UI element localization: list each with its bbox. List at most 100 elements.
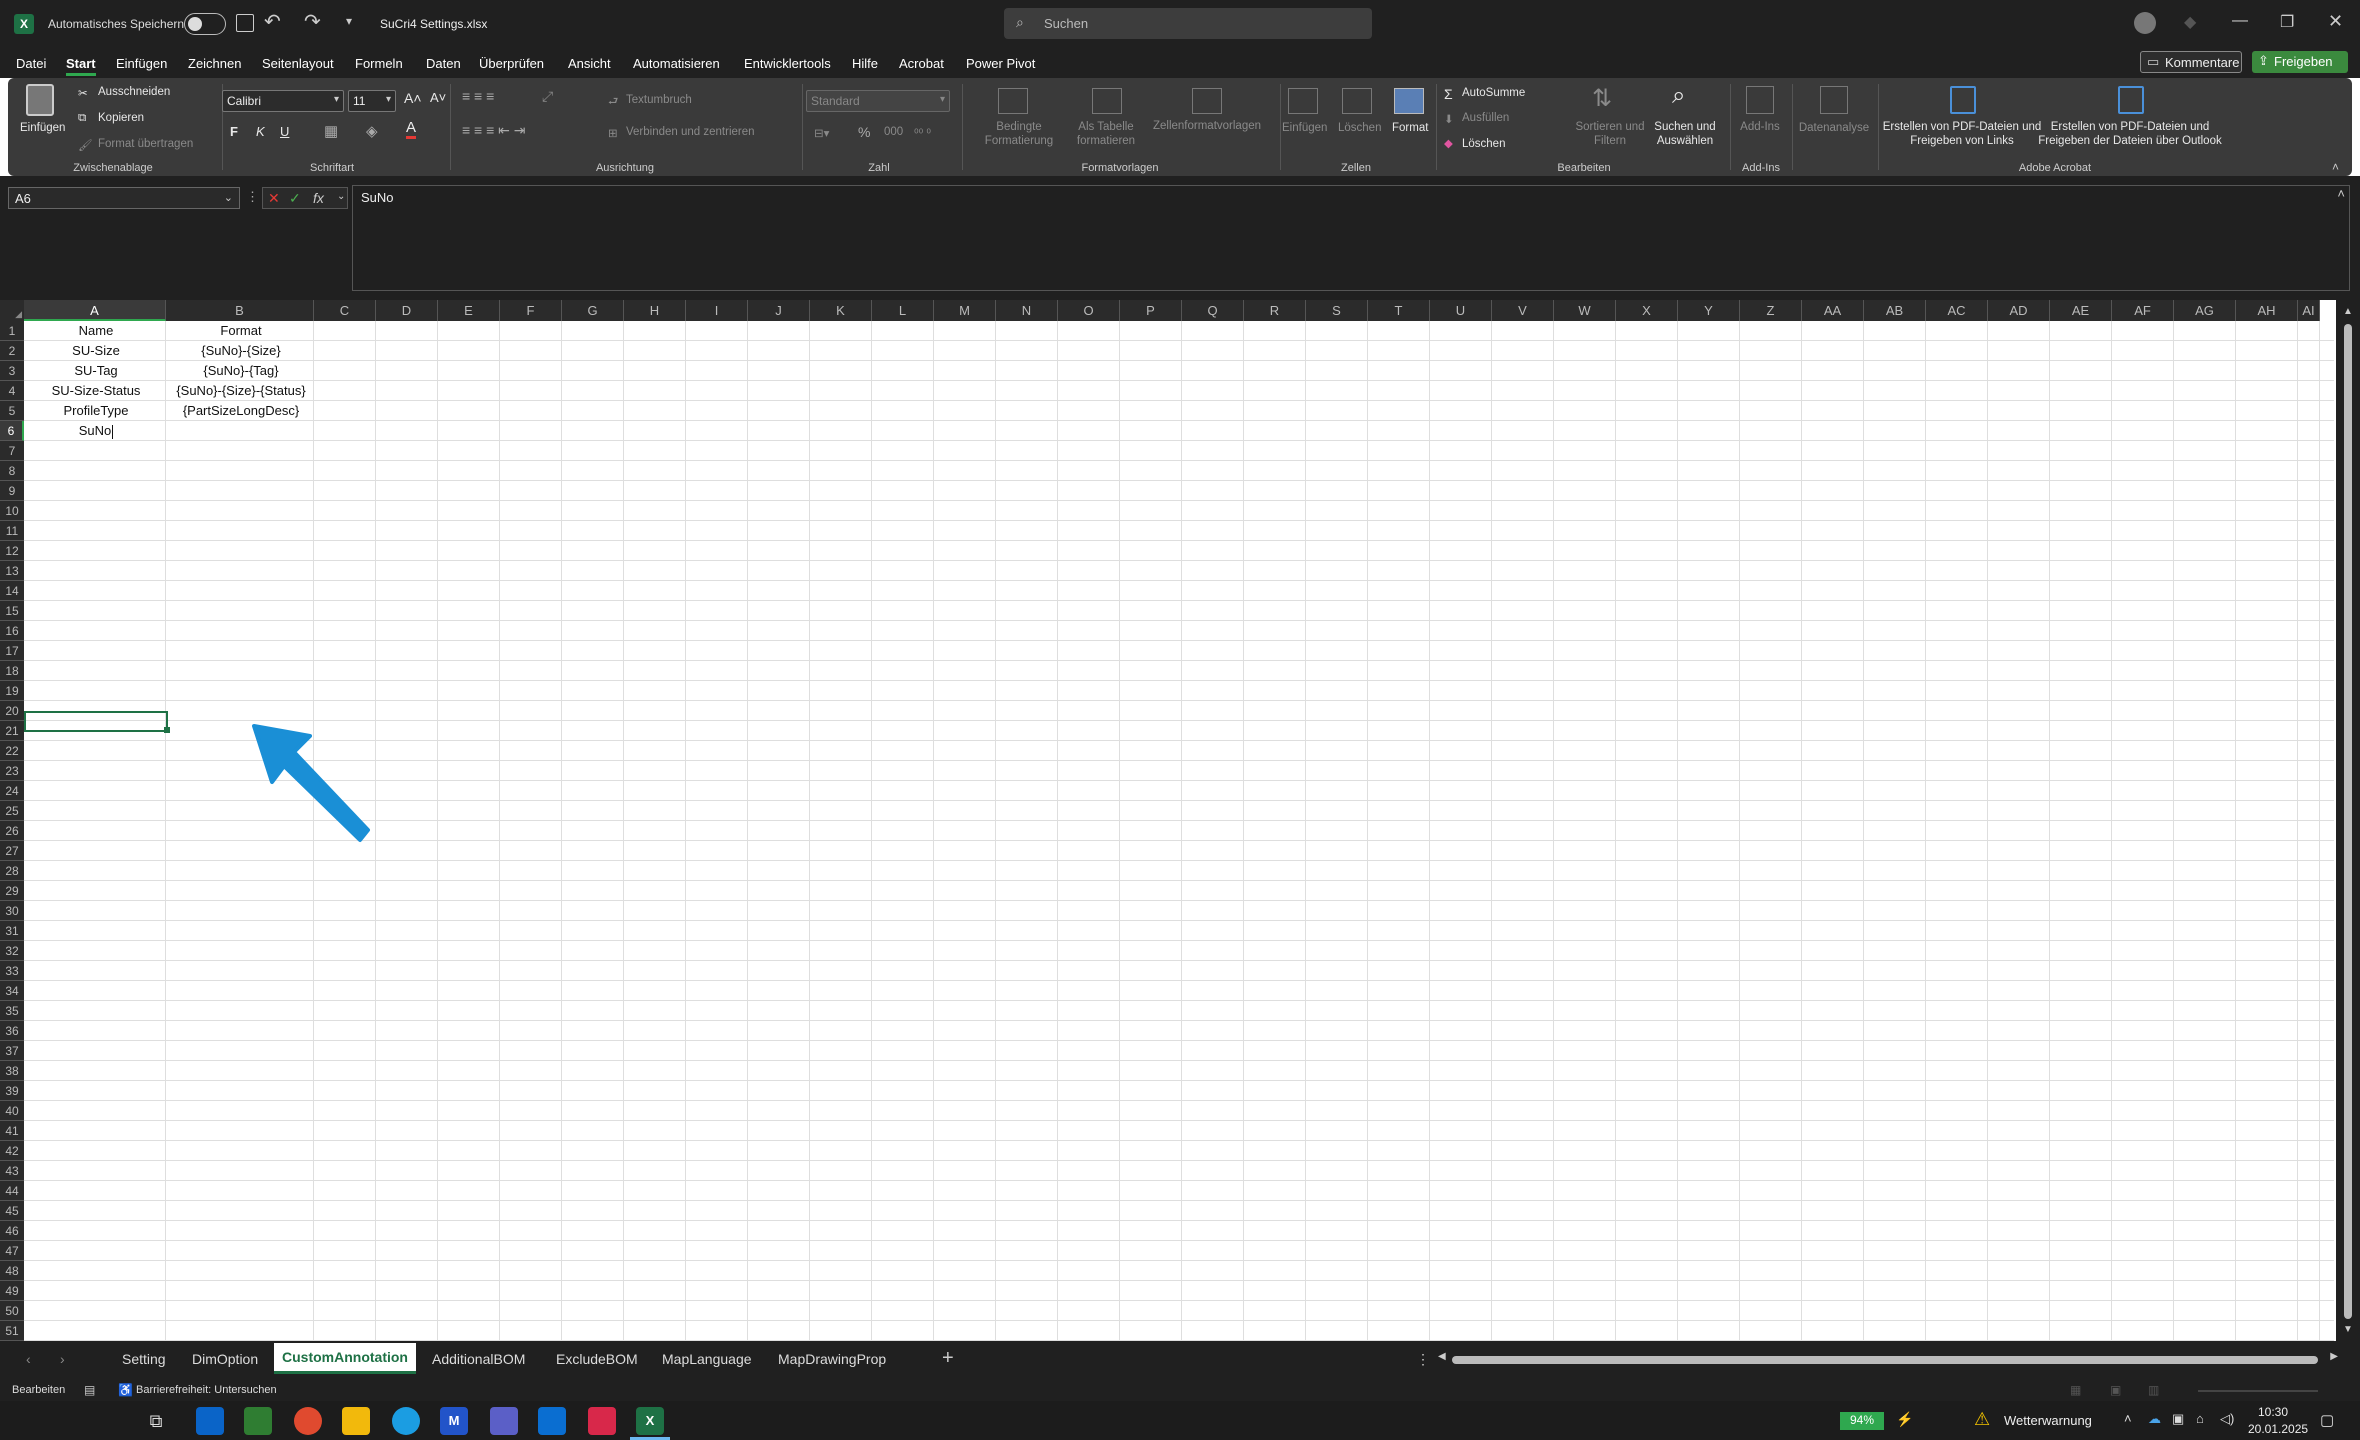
- row-header-19[interactable]: 19: [0, 681, 24, 701]
- column-header-D[interactable]: D: [376, 300, 438, 321]
- row-header-46[interactable]: 46: [0, 1221, 24, 1241]
- column-header-AI[interactable]: AI: [2298, 300, 2320, 321]
- sheet-tab-setting[interactable]: Setting: [122, 1351, 166, 1367]
- restore-icon[interactable]: ❐: [2280, 12, 2294, 32]
- accessibility-status[interactable]: Barrierefreiheit: Untersuchen: [136, 1384, 277, 1396]
- cell-B1[interactable]: Format: [168, 321, 314, 341]
- menu-item-start[interactable]: Start: [66, 56, 96, 76]
- scroll-down-icon[interactable]: ▼: [2343, 1324, 2353, 1335]
- menu-item-datei[interactable]: Datei: [16, 56, 46, 71]
- align-top-icon[interactable]: ≡ ≡ ≡: [462, 88, 494, 104]
- row-header-51[interactable]: 51: [0, 1321, 24, 1341]
- row-header-33[interactable]: 33: [0, 961, 24, 981]
- column-header-G[interactable]: G: [562, 300, 624, 321]
- horizontal-scrollbar[interactable]: ◀ ▶: [1436, 1351, 2340, 1367]
- row-header-14[interactable]: 14: [0, 581, 24, 601]
- row-header-38[interactable]: 38: [0, 1061, 24, 1081]
- clear-button[interactable]: Löschen: [1462, 138, 1505, 150]
- row-header-15[interactable]: 15: [0, 601, 24, 621]
- weather-label[interactable]: Wetterwarnung: [2004, 1413, 2092, 1428]
- display-icon[interactable]: ▣: [2172, 1411, 2184, 1427]
- battery-indicator[interactable]: 94%: [1840, 1412, 1884, 1430]
- cell-B5[interactable]: {PartSizeLongDesc}: [168, 401, 314, 421]
- column-header-P[interactable]: P: [1120, 300, 1182, 321]
- row-header-28[interactable]: 28: [0, 861, 24, 881]
- pdf-outlook-button[interactable]: Erstellen von PDF-Dateien und Freigeben …: [2038, 120, 2222, 148]
- grow-font-icon[interactable]: A˄: [404, 90, 422, 106]
- customize-quickaccess-icon[interactable]: ▾: [346, 14, 352, 28]
- column-header-T[interactable]: T: [1368, 300, 1430, 321]
- column-header-L[interactable]: L: [872, 300, 934, 321]
- autosum-button[interactable]: AutoSumme: [1462, 87, 1525, 99]
- collapse-ribbon-icon[interactable]: ˄: [2332, 160, 2339, 174]
- column-header-V[interactable]: V: [1492, 300, 1554, 321]
- row-header-6[interactable]: 6: [0, 421, 24, 441]
- search-box[interactable]: ⌕ Suchen: [1004, 8, 1372, 39]
- merge-center-button[interactable]: Verbinden und zentrieren: [626, 126, 755, 138]
- format-cells-button[interactable]: Format: [1392, 122, 1428, 134]
- row-header-34[interactable]: 34: [0, 981, 24, 1001]
- network-icon[interactable]: ⌂: [2196, 1411, 2204, 1426]
- chrome-icon[interactable]: [294, 1407, 322, 1435]
- minimize-icon[interactable]: —: [2232, 12, 2248, 30]
- undo-icon[interactable]: ↶: [264, 9, 281, 34]
- paste-button[interactable]: Einfügen: [20, 122, 65, 134]
- row-header-12[interactable]: 12: [0, 541, 24, 561]
- row-header-32[interactable]: 32: [0, 941, 24, 961]
- column-header-U[interactable]: U: [1430, 300, 1492, 321]
- app-icon-2[interactable]: [244, 1407, 272, 1435]
- column-header-AC[interactable]: AC: [1926, 300, 1988, 321]
- column-header-W[interactable]: W: [1554, 300, 1616, 321]
- task-view-icon[interactable]: ⧉: [142, 1407, 170, 1435]
- sheet-tab-customannotation[interactable]: CustomAnnotation: [274, 1343, 416, 1374]
- formula-input[interactable]: SuNo ˄: [352, 185, 2350, 291]
- page-break-icon[interactable]: ▥: [2148, 1383, 2159, 1397]
- accessibility-icon[interactable]: ♿: [118, 1383, 133, 1397]
- shrink-font-icon[interactable]: A˅: [430, 90, 446, 105]
- column-header-R[interactable]: R: [1244, 300, 1306, 321]
- cut-button[interactable]: Ausschneiden: [98, 86, 170, 98]
- excel-taskbar-icon[interactable]: X: [636, 1407, 664, 1435]
- fill-color-icon[interactable]: ◈: [366, 122, 378, 140]
- orientation-icon[interactable]: ⤢: [542, 88, 553, 105]
- row-header-5[interactable]: 5: [0, 401, 24, 421]
- underline-button[interactable]: U: [280, 124, 289, 139]
- more-icon[interactable]: ⋮: [1416, 1351, 1430, 1368]
- row-header-11[interactable]: 11: [0, 521, 24, 541]
- row-header-48[interactable]: 48: [0, 1261, 24, 1281]
- cell-A2[interactable]: SU-Size: [24, 341, 168, 361]
- cell-B2[interactable]: {SuNo}-{Size}: [168, 341, 314, 361]
- row-header-13[interactable]: 13: [0, 561, 24, 581]
- row-header-4[interactable]: 4: [0, 381, 24, 401]
- scroll-thumb[interactable]: [2344, 324, 2352, 1319]
- worksheet[interactable]: ◢ A B C D E F G H I J K L M N O P Q R S T U V W X Y Z AA AB AC AD AE AF…: [0, 296, 2360, 1341]
- delete-cells-button[interactable]: Löschen: [1338, 122, 1381, 134]
- scroll-up-icon[interactable]: ▲: [2343, 306, 2353, 317]
- redo-icon[interactable]: ↷: [304, 9, 321, 34]
- row-header-47[interactable]: 47: [0, 1241, 24, 1261]
- user-avatar[interactable]: [2134, 12, 2156, 34]
- column-header-S[interactable]: S: [1306, 300, 1368, 321]
- cell-A4[interactable]: SU-Size-Status: [24, 381, 168, 401]
- borders-icon[interactable]: ▦: [324, 122, 338, 140]
- row-header-24[interactable]: 24: [0, 781, 24, 801]
- font-color-icon[interactable]: A: [406, 120, 417, 139]
- column-header-K[interactable]: K: [810, 300, 872, 321]
- zoom-slider[interactable]: [2198, 1390, 2318, 1392]
- row-header-45[interactable]: 45: [0, 1201, 24, 1221]
- font-size-select[interactable]: 11 ▾: [348, 90, 396, 112]
- column-header-Q[interactable]: Q: [1182, 300, 1244, 321]
- cloud-icon[interactable]: ☁: [2148, 1411, 2161, 1427]
- wrap-text-button[interactable]: Textumbruch: [626, 94, 692, 106]
- currency-icon[interactable]: ⊟▾: [814, 126, 829, 140]
- row-header-8[interactable]: 8: [0, 461, 24, 481]
- row-header-37[interactable]: 37: [0, 1041, 24, 1061]
- column-header-X[interactable]: X: [1616, 300, 1678, 321]
- column-header-AG[interactable]: AG: [2174, 300, 2236, 321]
- column-header-AA[interactable]: AA: [1802, 300, 1864, 321]
- number-format-select[interactable]: Standard ▾: [806, 90, 950, 112]
- column-header-AF[interactable]: AF: [2112, 300, 2174, 321]
- column-header-I[interactable]: I: [686, 300, 748, 321]
- fill-handle[interactable]: [164, 727, 170, 733]
- cancel-entry-icon[interactable]: ✕: [268, 190, 280, 207]
